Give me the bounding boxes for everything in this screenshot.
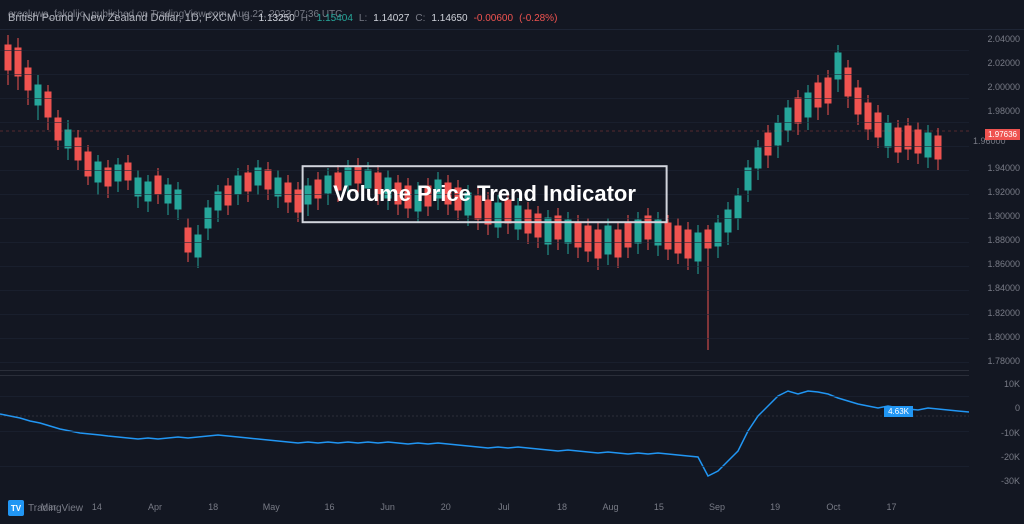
pvt-svg bbox=[0, 376, 969, 490]
pvt-axis: 10K 0 -10K -20K -30K bbox=[969, 375, 1024, 490]
time-axis: Mar 14 Apr 18 May 16 Jun 20 Jul 18 Aug 1… bbox=[0, 492, 969, 522]
price-label-8: 1.90000 bbox=[973, 211, 1020, 221]
main-chart[interactable]: .bull { fill: #26a69a; stroke: #26a69a; … bbox=[0, 30, 969, 370]
tv-label: TradingView bbox=[28, 503, 83, 514]
price-label-1: 2.04000 bbox=[973, 34, 1020, 44]
symbol-bar: British Pound / New Zealand Dollar, 1D, … bbox=[8, 12, 557, 24]
time-label-18: 18 bbox=[208, 502, 218, 512]
time-label-18b: 18 bbox=[557, 502, 567, 512]
pvt-label-3: -10K bbox=[973, 428, 1020, 438]
time-label-may: May bbox=[263, 502, 280, 512]
chart-container: oreoluwa_fakolijo published on TradingVi… bbox=[0, 0, 1024, 524]
chart-separator bbox=[0, 370, 969, 371]
overlay-title: Volume Price Trend Indicator bbox=[333, 181, 636, 206]
time-label-19: 19 bbox=[770, 502, 780, 512]
time-label-20: 20 bbox=[441, 502, 451, 512]
time-label-14: 14 bbox=[92, 502, 102, 512]
price-label-3: 2.00000 bbox=[973, 82, 1020, 92]
o-val: 1.13250 bbox=[259, 13, 295, 24]
time-label-aug: Aug bbox=[602, 502, 618, 512]
price-label-11: 1.84000 bbox=[973, 283, 1020, 293]
h-val: 1.15404 bbox=[317, 13, 353, 24]
overlay-box: Volume Price Trend Indicator bbox=[301, 165, 668, 223]
time-label-sep: Sep bbox=[709, 502, 725, 512]
time-label-apr: Apr bbox=[148, 502, 162, 512]
tradingview-logo: TV TradingView bbox=[8, 500, 83, 516]
h-label: H: bbox=[301, 13, 311, 24]
price-axis: 2.04000 2.02000 2.00000 1.98000 1.96000 … bbox=[969, 30, 1024, 370]
pvt-value-badge: 4.63K bbox=[884, 406, 913, 417]
change-val: -0.00600 bbox=[474, 13, 513, 24]
pvt-label-1: 10K bbox=[973, 379, 1020, 389]
o-label: O: bbox=[242, 13, 253, 24]
price-label-12: 1.82000 bbox=[973, 308, 1020, 318]
pvt-chart[interactable]: 4.63K bbox=[0, 375, 969, 490]
tv-icon: TV bbox=[8, 500, 24, 516]
price-label-7: 1.92000 bbox=[973, 187, 1020, 197]
time-label-17: 17 bbox=[886, 502, 896, 512]
change-pct: (-0.28%) bbox=[519, 13, 557, 24]
price-label-13: 1.80000 bbox=[973, 332, 1020, 342]
time-label-jul: Jul bbox=[498, 502, 510, 512]
time-label-15: 15 bbox=[654, 502, 664, 512]
pvt-label-4: -20K bbox=[973, 452, 1020, 462]
pvt-label-2: 0 bbox=[973, 403, 1020, 413]
current-price-badge: 1.97636 bbox=[985, 129, 1020, 140]
price-label-14: 1.78000 bbox=[973, 356, 1020, 366]
l-val: 1.14027 bbox=[373, 13, 409, 24]
time-label-oct: Oct bbox=[826, 502, 840, 512]
symbol-name: British Pound / New Zealand Dollar, 1D, … bbox=[8, 12, 236, 24]
pvt-label-5: -30K bbox=[973, 476, 1020, 486]
c-label: C: bbox=[415, 13, 425, 24]
c-val: 1.14650 bbox=[431, 13, 467, 24]
price-label-10: 1.86000 bbox=[973, 259, 1020, 269]
time-label-16: 16 bbox=[324, 502, 334, 512]
price-label-6: 1.94000 bbox=[973, 163, 1020, 173]
price-label-2: 2.02000 bbox=[973, 58, 1020, 68]
l-label: L: bbox=[359, 13, 367, 24]
price-label-9: 1.88000 bbox=[973, 235, 1020, 245]
time-label-jun: Jun bbox=[380, 502, 395, 512]
price-label-4: 1.98000 bbox=[973, 106, 1020, 116]
